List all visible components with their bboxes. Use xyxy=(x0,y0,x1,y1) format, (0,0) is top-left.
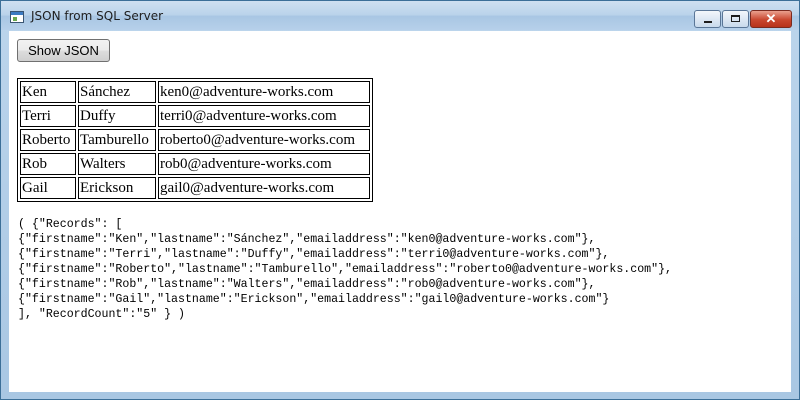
window-title: JSON from SQL Server xyxy=(31,9,164,23)
minimize-button[interactable] xyxy=(694,10,721,28)
maximize-button[interactable] xyxy=(722,10,749,28)
maximize-icon xyxy=(731,15,740,22)
lastname-cell: Duffy xyxy=(78,105,156,127)
lastname-cell: Erickson xyxy=(78,177,156,199)
firstname-cell: Rob xyxy=(20,153,76,175)
email-cell: gail0@adventure-works.com xyxy=(158,177,370,199)
show-json-button[interactable]: Show JSON xyxy=(17,39,110,62)
window-app-icon[interactable] xyxy=(10,11,24,23)
app-window: JSON from SQL Server ✕ Show JSON Ken Sán… xyxy=(0,0,800,400)
table-row: Gail Erickson gail0@adventure-works.com xyxy=(20,177,370,199)
client-area: Show JSON Ken Sánchez ken0@adventure-wor… xyxy=(9,31,791,392)
email-cell: ken0@adventure-works.com xyxy=(158,81,370,103)
caption-buttons: ✕ xyxy=(693,10,792,28)
table-row: Rob Walters rob0@adventure-works.com xyxy=(20,153,370,175)
firstname-cell: Gail xyxy=(20,177,76,199)
lastname-cell: Tamburello xyxy=(78,129,156,151)
json-output-text: ( {"Records": [ {"firstname":"Ken","last… xyxy=(18,218,672,321)
firstname-cell: Ken xyxy=(20,81,76,103)
email-cell: terri0@adventure-works.com xyxy=(158,105,370,127)
email-cell: roberto0@adventure-works.com xyxy=(158,129,370,151)
lastname-cell: Walters xyxy=(78,153,156,175)
close-button[interactable]: ✕ xyxy=(750,10,792,28)
email-cell: rob0@adventure-works.com xyxy=(158,153,370,175)
close-icon: ✕ xyxy=(765,11,777,26)
firstname-cell: Terri xyxy=(20,105,76,127)
table-row: Ken Sánchez ken0@adventure-works.com xyxy=(20,81,370,103)
minimize-icon xyxy=(704,21,712,23)
firstname-cell: Roberto xyxy=(20,129,76,151)
table-row: Roberto Tamburello roberto0@adventure-wo… xyxy=(20,129,370,151)
table-row: Terri Duffy terri0@adventure-works.com xyxy=(20,105,370,127)
lastname-cell: Sánchez xyxy=(78,81,156,103)
title-bar[interactable]: JSON from SQL Server ✕ xyxy=(1,1,799,30)
records-table: Ken Sánchez ken0@adventure-works.com Ter… xyxy=(17,78,373,202)
